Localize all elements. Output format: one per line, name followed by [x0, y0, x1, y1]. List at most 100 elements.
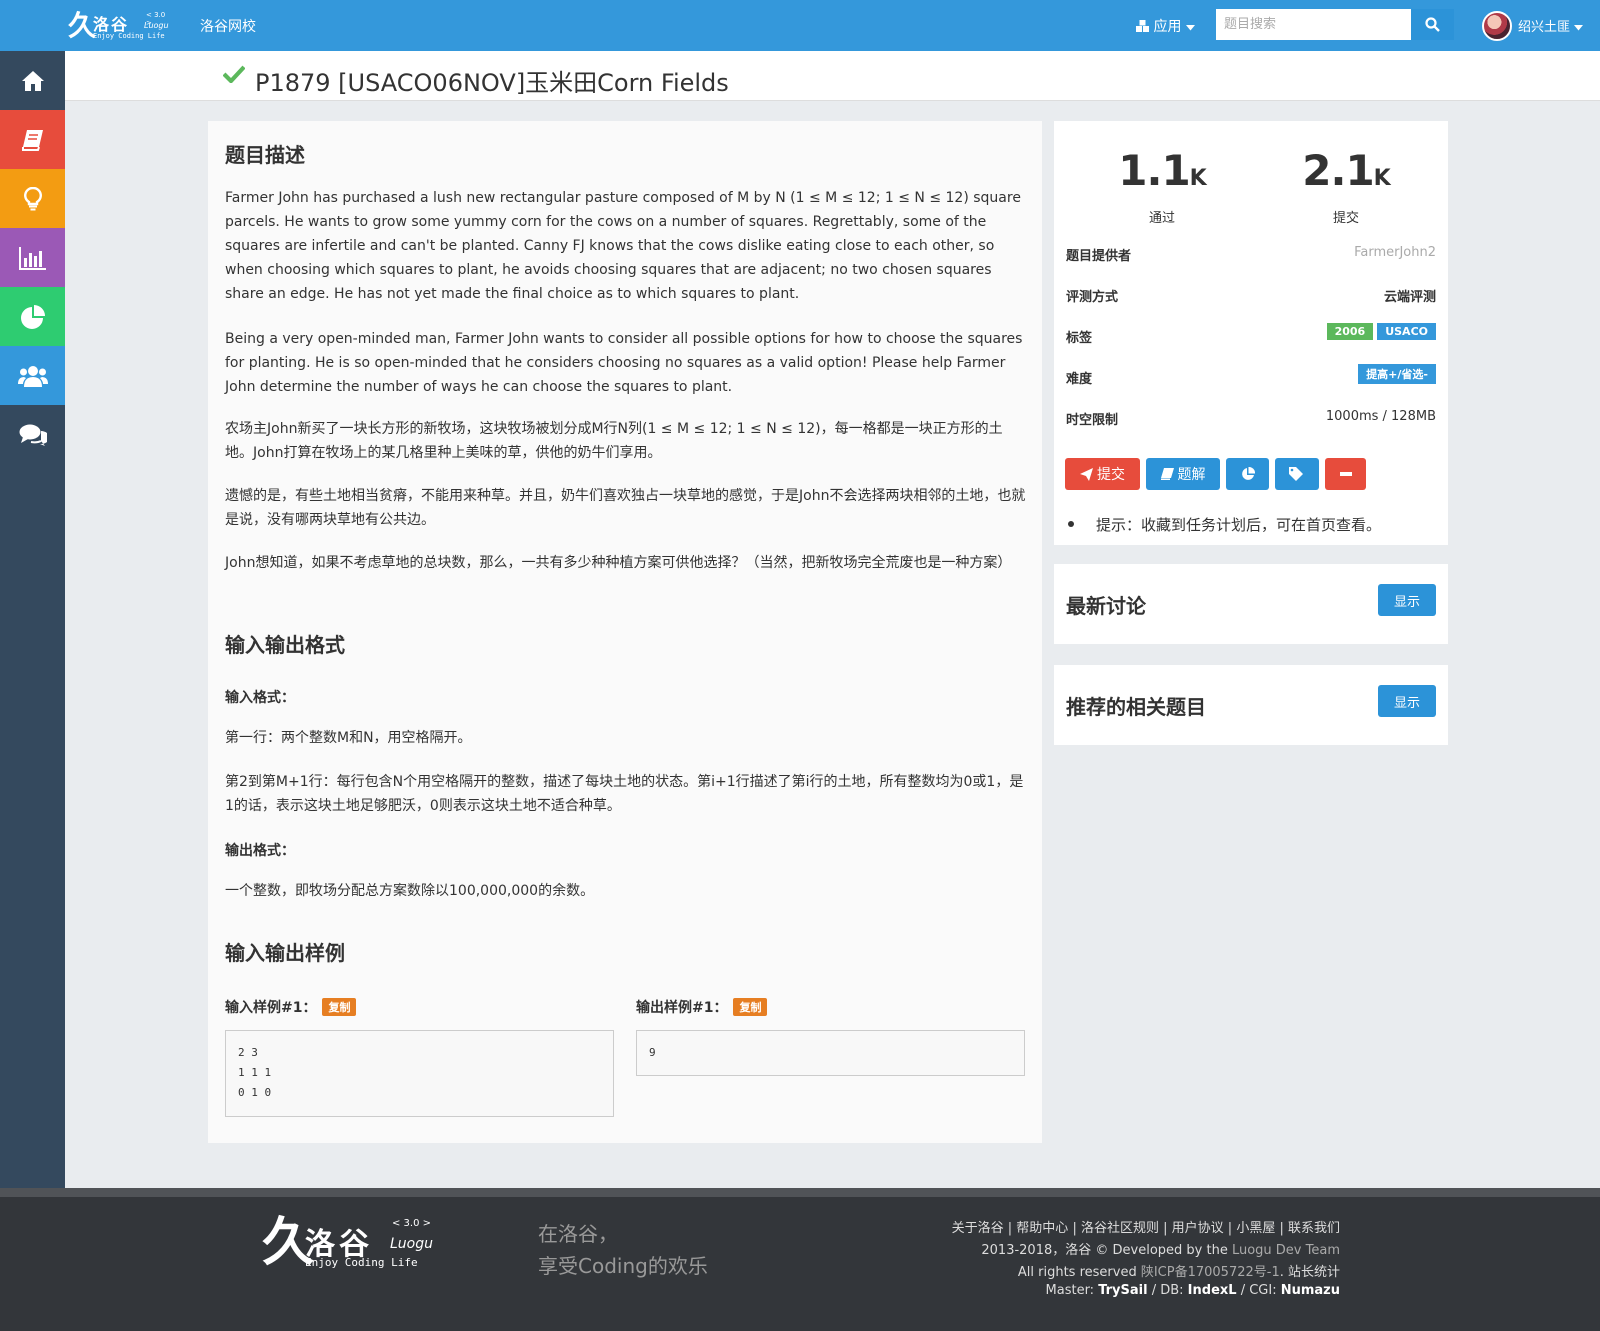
user-menu[interactable]: 绍兴土匪: [1518, 16, 1584, 35]
task-hint-text: 提示：收藏到任务计划后，可在首页查看。: [1096, 516, 1382, 534]
tags-row: 标签 2006 USACO: [1066, 323, 1436, 347]
solution-button-label: 题解: [1177, 467, 1206, 483]
footer-links: 关于洛谷 | 帮助中心 | 洛谷社区规则 | 用户协议 | 小黑屋 | 联系我们: [951, 1221, 1340, 1236]
tags-icon: [1289, 467, 1303, 481]
tags-list: 2006 USACO: [1323, 323, 1436, 340]
sidebar-item-team[interactable]: [0, 346, 65, 405]
cgi-value: Numazu: [1280, 1283, 1340, 1298]
footer-link-agreement[interactable]: 用户协议: [1172, 1221, 1224, 1236]
school-link[interactable]: 洛谷网校: [200, 16, 256, 36]
rights-text: All rights reserved: [1017, 1265, 1141, 1280]
apps-menu[interactable]: 应用: [1136, 16, 1195, 36]
output-format-label: 输出格式：: [225, 843, 295, 859]
stat-passed: 1.1K 通过: [1082, 146, 1242, 227]
sample-input-label-text: 输入样例#1：: [225, 1000, 317, 1016]
send-icon: [1080, 467, 1093, 481]
avatar[interactable]: [1482, 11, 1512, 41]
lightbulb-icon: [23, 186, 42, 210]
luogu-logo[interactable]: 久 洛谷 < 3.0 > Luogu Enjoy Coding Life: [68, 9, 172, 43]
sidebar: [0, 51, 65, 1188]
search-button[interactable]: [1411, 9, 1454, 40]
footer-link-contact[interactable]: 联系我们: [1288, 1221, 1340, 1236]
sample-output-label-text: 输出样例#1：: [636, 1000, 728, 1016]
tag-year[interactable]: 2006: [1326, 323, 1374, 340]
related-heading: 推荐的相关题目: [1066, 695, 1206, 719]
footer-servers: Master: TrySail / DB: IndexL / CGI: Numa…: [1046, 1283, 1340, 1298]
provider-link[interactable]: FarmerJohn2: [1354, 245, 1436, 260]
submit-button-label: 提交: [1097, 467, 1125, 483]
difficulty-badge: 提高+/省选-: [1358, 364, 1436, 384]
db-label: / DB:: [1147, 1283, 1188, 1298]
sample-output-box[interactable]: 9: [636, 1030, 1025, 1076]
icp-link[interactable]: 陕ICP备17005722号-1: [1141, 1265, 1280, 1280]
tags-button[interactable]: [1275, 458, 1319, 490]
footer-logo-version: < 3.0 >: [392, 1218, 432, 1229]
statistics-button[interactable]: [1226, 458, 1269, 490]
sidebar-item-records[interactable]: [0, 287, 65, 346]
sidebar-item-training[interactable]: [0, 169, 65, 228]
footer-logo: 久 洛谷 < 3.0 > Luogu Enjoy Coding Life: [262, 1215, 442, 1275]
copy-input-button[interactable]: 复制: [322, 998, 357, 1016]
bar-chart-icon: [18, 246, 46, 270]
passed-count: 1.1K: [1118, 146, 1206, 195]
pie-chart-icon: [20, 304, 45, 329]
footer: 久 洛谷 < 3.0 > Luogu Enjoy Coding Life 在洛谷…: [0, 1188, 1600, 1331]
cubes-icon: [1136, 20, 1149, 32]
show-discussion-button[interactable]: 显示: [1378, 584, 1436, 616]
provider-row: 题目提供者 FarmerJohn2: [1066, 241, 1436, 265]
tags-key: 标签: [1066, 331, 1093, 346]
samples-heading: 输入输出样例: [225, 941, 345, 965]
sample-input-box[interactable]: 2 3 1 1 1 0 1 0: [225, 1030, 614, 1117]
difficulty-row: 难度 提高+/省选-: [1066, 364, 1436, 388]
copy-output-button[interactable]: 复制: [733, 998, 768, 1016]
sample-output-label: 输出样例#1： 复制: [636, 997, 768, 1017]
users-icon: [17, 365, 48, 387]
input-format-line-2: 第2到第M+1行：每行包含N个用空格隔开的整数，描述了每块土地的状态。第i+1行…: [225, 774, 1024, 814]
sidebar-item-discuss[interactable]: [0, 405, 65, 464]
remove-task-button[interactable]: [1325, 458, 1366, 490]
cgi-label: / CGI:: [1236, 1283, 1281, 1298]
caret-down-icon: [1185, 25, 1195, 31]
db-value: IndexL: [1187, 1283, 1237, 1298]
judge-key: 评测方式: [1066, 290, 1119, 305]
description-heading: 题目描述: [225, 143, 305, 167]
sidebar-item-home[interactable]: [0, 51, 65, 110]
dev-team-link[interactable]: Luogu Dev Team: [1232, 1243, 1340, 1258]
input-format-line-1: 第一行：两个整数M和N，用空格隔开。: [225, 730, 472, 746]
username: 绍兴土匪: [1518, 20, 1571, 35]
footer-link-blackroom[interactable]: 小黑屋: [1236, 1221, 1275, 1236]
search-input[interactable]: [1216, 9, 1411, 40]
footer-link-rules[interactable]: 洛谷社区规则: [1081, 1221, 1159, 1236]
sidebar-item-problems[interactable]: [0, 110, 65, 169]
difficulty-value-wrap: 提高+/省选-: [1354, 364, 1436, 384]
logo-mark: 久: [68, 9, 97, 42]
footer-rights: All rights reserved 陕ICP备17005722号-1. 站长…: [1018, 1261, 1340, 1280]
footer-logo-italic: Luogu: [390, 1236, 433, 1252]
limit-row: 时空限制 1000ms / 128MB: [1066, 405, 1436, 429]
home-icon: [21, 70, 44, 91]
tag-source[interactable]: USACO: [1377, 323, 1436, 340]
submit-label: 提交: [1332, 211, 1359, 226]
stat-submitted: 2.1K 提交: [1266, 147, 1426, 227]
footer-link-help[interactable]: 帮助中心: [1016, 1221, 1068, 1236]
page-title: P1879 [USACO06NOV]玉米田Corn Fields: [255, 69, 729, 97]
logo-italic: Luogu: [144, 21, 169, 30]
submit-button[interactable]: 提交: [1065, 458, 1140, 490]
minus-icon: [1339, 472, 1352, 476]
problem-info-card: 1.1K 通过 2.1K 提交 题目提供者 FarmerJohn2 评测方式 云…: [1054, 121, 1448, 545]
show-related-button[interactable]: 显示: [1378, 685, 1436, 717]
sample-input-label: 输入样例#1： 复制: [225, 997, 357, 1017]
master-value: TrySail: [1098, 1283, 1148, 1298]
solution-button[interactable]: 题解: [1146, 458, 1220, 490]
caret-down-icon: [1574, 25, 1584, 31]
book-icon: [1160, 468, 1174, 480]
bullet: [1068, 521, 1074, 527]
difficulty-key: 难度: [1066, 372, 1093, 387]
top-navbar: 久 洛谷 < 3.0 > Luogu Enjoy Coding Life 洛谷网…: [0, 0, 1600, 51]
sidebar-item-ranking[interactable]: [0, 228, 65, 287]
master-label: Master:: [1045, 1283, 1099, 1298]
description-cn-1: 农场主John新买了一块长方形的新牧场，这块牧场被划分成M行N列(1 ≤ M ≤…: [225, 421, 1003, 461]
footer-link-about[interactable]: 关于洛谷: [952, 1221, 1004, 1236]
provider-key: 题目提供者: [1066, 249, 1132, 264]
description-en-1: Farmer John has purchased a lush new rec…: [225, 190, 1021, 302]
